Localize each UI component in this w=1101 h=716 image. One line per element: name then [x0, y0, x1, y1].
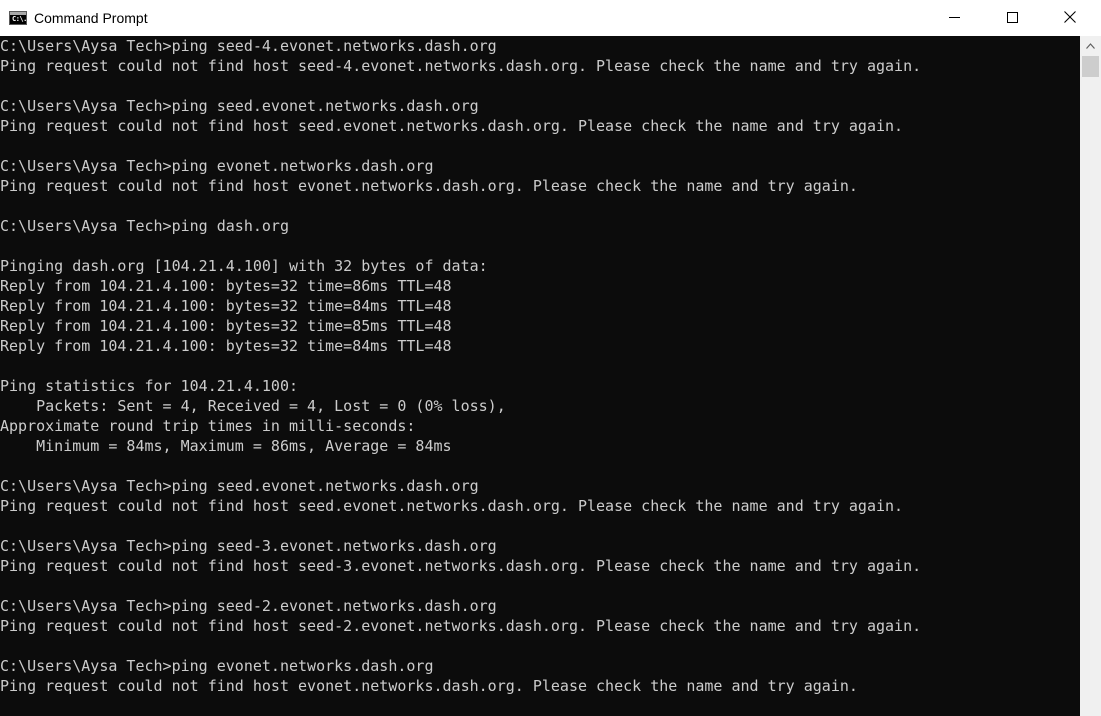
console-line: C:\Users\Aysa Tech>ping dash.org — [0, 217, 289, 235]
console-line: Reply from 104.21.4.100: bytes=32 time=8… — [0, 317, 452, 335]
console-line: Ping request could not find host seed-3.… — [0, 557, 922, 575]
console-line: Ping request could not find host seed-2.… — [0, 617, 922, 635]
console-line: Minimum = 84ms, Maximum = 86ms, Average … — [0, 437, 452, 455]
close-button[interactable] — [1047, 0, 1093, 34]
vertical-scrollbar[interactable] — [1080, 36, 1101, 716]
console-line: Approximate round trip times in milli-se… — [0, 417, 416, 435]
console-line: Ping request could not find host seed-4.… — [0, 57, 922, 75]
title-bar[interactable]: C:\. Command Prompt — [0, 0, 1101, 36]
console-line: C:\Users\Aysa Tech>ping seed-2.evonet.ne… — [0, 597, 497, 615]
console-line: Pinging dash.org [104.21.4.100] with 32 … — [0, 257, 488, 275]
console-line: Ping request could not find host seed.ev… — [0, 117, 904, 135]
console-line: Reply from 104.21.4.100: bytes=32 time=8… — [0, 297, 452, 315]
cmd-icon-glyph: C:\. — [12, 15, 27, 23]
maximize-button[interactable] — [989, 0, 1035, 34]
cmd-app-icon[interactable]: C:\. — [9, 11, 27, 25]
console-line: C:\Users\Aysa Tech>ping seed-3.evonet.ne… — [0, 537, 497, 555]
console-line: Ping request could not find host evonet.… — [0, 677, 858, 695]
window-title: Command Prompt — [34, 10, 148, 26]
minimize-button[interactable] — [931, 0, 977, 34]
minimize-icon — [948, 16, 960, 18]
console-line: C:\Users\Aysa Tech>ping seed.evonet.netw… — [0, 97, 479, 115]
console-line: C:\Users\Aysa Tech>ping evonet.networks.… — [0, 157, 434, 175]
console-line: Reply from 104.21.4.100: bytes=32 time=8… — [0, 277, 452, 295]
console-line: Ping request could not find host evonet.… — [0, 177, 858, 195]
console-line: Ping request could not find host seed.ev… — [0, 497, 904, 515]
console-lines: C:\Users\Aysa Tech>ping seed-4.evonet.ne… — [0, 36, 921, 696]
close-icon — [1064, 11, 1076, 23]
scroll-up-button[interactable] — [1080, 36, 1101, 55]
console-line: Reply from 104.21.4.100: bytes=32 time=8… — [0, 337, 452, 355]
chevron-up-icon — [1086, 42, 1095, 49]
console-line: Ping statistics for 104.21.4.100: — [0, 377, 299, 395]
console-output[interactable]: C:\Users\Aysa Tech>ping seed-4.evonet.ne… — [0, 36, 1080, 716]
maximize-icon — [1006, 11, 1018, 23]
console-line: C:\Users\Aysa Tech>ping seed.evonet.netw… — [0, 477, 479, 495]
console-line: C:\Users\Aysa Tech>ping seed-4.evonet.ne… — [0, 37, 497, 55]
console-line: C:\Users\Aysa Tech>ping evonet.networks.… — [0, 657, 434, 675]
scroll-thumb[interactable] — [1082, 56, 1099, 77]
console-line: Packets: Sent = 4, Received = 4, Lost = … — [0, 397, 506, 415]
